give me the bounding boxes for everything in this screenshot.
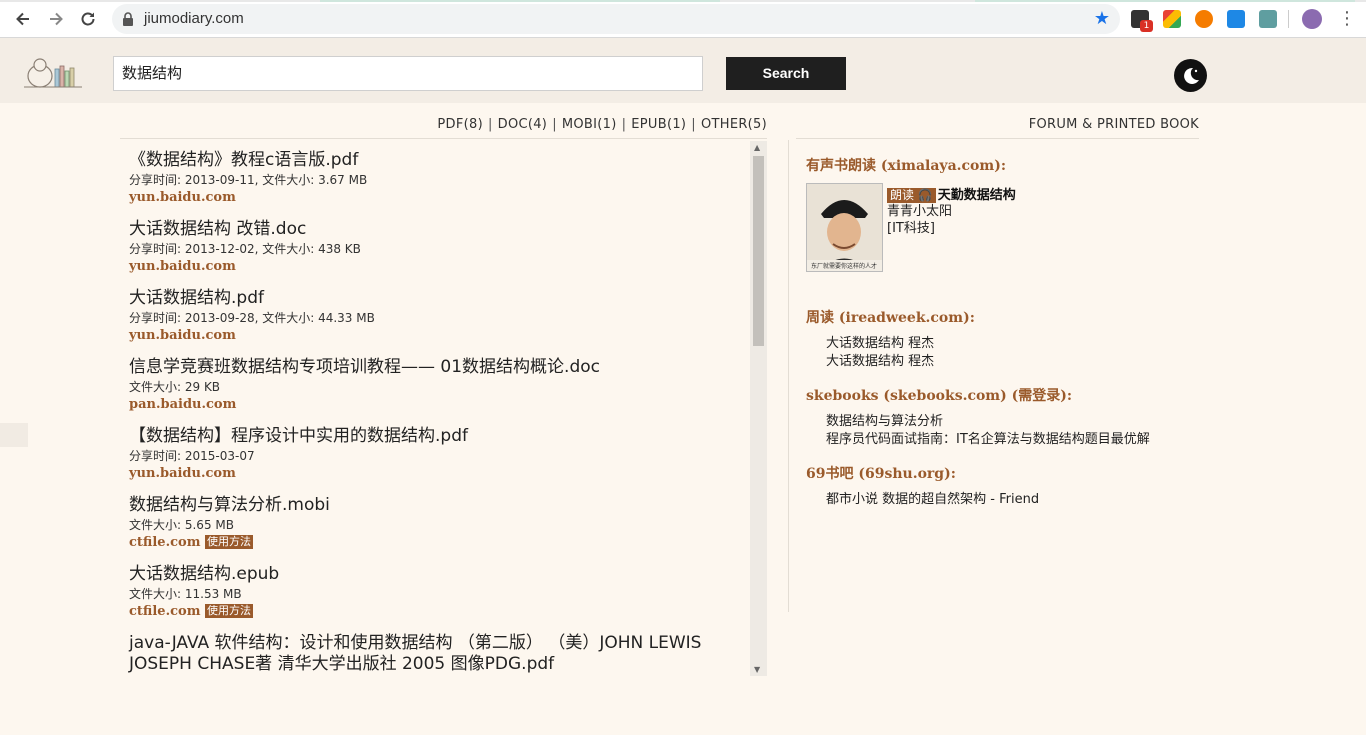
filter-separator: | [487,117,493,132]
filter-separator: | [552,117,557,132]
skebooks-title: skebooks (skebooks.com) (需登录): [806,388,1073,404]
filter-pdf[interactable]: PDF(8) [437,117,483,132]
audiobook-author: 青青小太阳 [887,204,953,219]
69shu-title: 69书吧 (69shu.org): [806,466,956,482]
result-source[interactable]: yun.baidu.com [129,327,729,344]
result-meta: 文件大小: 11.53 MB [129,587,242,601]
format-filters: PDF(8) | DOC(4) | MOBI(1) | EPUB(1) | OTHER(5) [120,117,767,132]
toolbar-separator [1288,10,1289,28]
cover-caption: 东厂就需要你这样的人才 [811,262,877,270]
result-source[interactable]: yun.baidu.com [129,189,729,206]
forward-icon[interactable] [45,8,67,30]
skebooks-list: 数据结构与算法分析 程序员代码面试指南：IT名企算法与数据结构题目最优解 [826,413,1150,449]
profile-avatar[interactable] [1302,9,1322,29]
list-item[interactable]: 程序员代码面试指南：IT名企算法与数据结构题目最优解 [826,431,1150,449]
extension-colorful-icon[interactable] [1163,10,1181,28]
scroll-down-icon[interactable]: ▼ [754,665,760,674]
site-logo[interactable] [22,56,84,90]
bookmark-star-icon[interactable]: ★ [1094,8,1110,29]
audiobook-title[interactable]: 天勤数据结构 [938,188,1016,203]
side-handle[interactable] [0,423,28,447]
howto-badge[interactable]: 使用方法 [204,604,253,618]
extension-infinity-icon[interactable] [1195,10,1213,28]
scroll-up-icon[interactable]: ▲ [754,143,760,152]
result-item: 数据结构与算法分析.mobi 文件大小: 5.65 MB ctfile.com … [129,495,729,551]
list-item[interactable]: 大话数据结构 程杰 [826,335,934,353]
extension-p-icon[interactable] [1227,10,1245,28]
result-source[interactable]: ctfile.com [129,604,200,619]
divider [120,138,767,139]
browser-toolbar: jiumodiary.com ★ 1 ⋮ [0,0,1366,38]
column-divider [788,140,789,612]
result-meta: 分享时间: 2013-12-02, 文件大小: 438 KB [129,242,361,256]
lock-icon [123,12,133,26]
result-source-row: ctfile.com 使用方法 [129,603,729,620]
result-title[interactable]: 大话数据结构.epub [129,564,729,585]
url-text: jiumodiary.com [144,10,244,27]
divider [796,138,1199,139]
headphone-icon: 🎧 [917,188,933,202]
result-item: 【数据结构】程序设计中实用的数据结构.pdf 分享时间: 2015-03-07 … [129,426,729,482]
filter-other[interactable]: OTHER(5) [701,117,767,132]
result-item: 大话数据结构 改错.doc 分享时间: 2013-12-02, 文件大小: 43… [129,219,729,275]
result-meta: 分享时间: 2015-03-07 [129,449,255,463]
result-item: java-JAVA 软件结构：设计和使用数据结构 （第二版） （美）JOHN L… [129,633,729,675]
menu-dots-icon[interactable]: ⋮ [1338,8,1356,29]
extension-puzzle-icon[interactable] [1259,10,1277,28]
address-bar[interactable]: jiumodiary.com ★ [112,4,1120,34]
back-icon[interactable] [12,8,34,30]
results-scrollbar[interactable]: ▲ ▼ [750,141,767,676]
69shu-list: 都市小说 数据的超自然架构 - Friend [826,491,1039,509]
result-source[interactable]: ctfile.com [129,535,200,550]
search-input[interactable]: 数据结构 [113,56,703,91]
listen-badge[interactable]: 朗读 🎧 [887,188,936,203]
results-list: 《数据结构》教程c语言版.pdf 分享时间: 2013-09-11, 文件大小:… [120,142,750,676]
howto-badge[interactable]: 使用方法 [204,535,253,549]
result-meta: 分享时间: 2013-09-28, 文件大小: 44.33 MB [129,311,375,325]
filter-epub[interactable]: EPUB(1) [631,117,686,132]
list-item[interactable]: 数据结构与算法分析 [826,413,1150,431]
ximalaya-title: 有声书朗读 (ximalaya.com): [806,158,1006,174]
tab-strip-edge [0,0,1366,2]
extension-badge: 1 [1140,20,1153,32]
reload-icon[interactable] [77,8,99,30]
result-title[interactable]: 数据结构与算法分析.mobi [129,495,729,516]
filter-mobi[interactable]: MOBI(1) [562,117,617,132]
result-item: 大话数据结构.epub 文件大小: 11.53 MB ctfile.com 使用… [129,564,729,620]
audiobook-cover[interactable]: 东厂就需要你这样的人才 [806,183,883,272]
audiobook-category: [IT科技] [887,221,935,236]
result-source[interactable]: yun.baidu.com [129,258,729,275]
result-title[interactable]: 《数据结构》教程c语言版.pdf [129,150,729,171]
audiobook-info: 朗读 🎧 天勤数据结构 青青小太阳 [IT科技] [887,184,1016,237]
result-item: 《数据结构》教程c语言版.pdf 分享时间: 2013-09-11, 文件大小:… [129,150,729,206]
listen-badge-label: 朗读 [890,188,915,202]
result-meta: 文件大小: 5.65 MB [129,518,234,532]
result-item: 大话数据结构.pdf 分享时间: 2013-09-28, 文件大小: 44.33… [129,288,729,344]
list-item[interactable]: 大话数据结构 程杰 [826,353,934,371]
site-header: 数据结构 Search [0,38,1366,103]
result-title[interactable]: 大话数据结构 改错.doc [129,219,729,240]
dark-mode-toggle-icon[interactable] [1174,59,1207,92]
filter-doc[interactable]: DOC(4) [498,117,548,132]
result-title[interactable]: 信息学竞赛班数据结构专项培训教程—— 01数据结构概论.doc [129,357,729,378]
ireadweek-list: 大话数据结构 程杰 大话数据结构 程杰 [826,335,934,371]
scrollbar-thumb[interactable] [753,156,764,346]
result-title[interactable]: 大话数据结构.pdf [129,288,729,309]
result-source-row: ctfile.com 使用方法 [129,534,729,551]
filter-separator: | [621,117,627,132]
result-meta: 分享时间: 2013-09-11, 文件大小: 3.67 MB [129,173,368,187]
result-item: 信息学竞赛班数据结构专项培训教程—— 01数据结构概论.doc 文件大小: 29… [129,357,729,413]
filter-separator: | [691,117,696,132]
search-button[interactable]: Search [726,57,846,90]
result-source[interactable]: yun.baidu.com [129,465,729,482]
list-item[interactable]: 都市小说 数据的超自然架构 - Friend [826,491,1039,509]
result-title[interactable]: 【数据结构】程序设计中实用的数据结构.pdf [129,426,729,447]
forum-link[interactable]: FORUM & PRINTED BOOK [796,117,1199,132]
result-source[interactable]: pan.baidu.com [129,396,729,413]
ireadweek-title: 周读 (ireadweek.com): [806,310,975,326]
result-meta: 文件大小: 29 KB [129,380,221,394]
result-title[interactable]: java-JAVA 软件结构：设计和使用数据结构 （第二版） （美）JOHN L… [129,633,721,675]
